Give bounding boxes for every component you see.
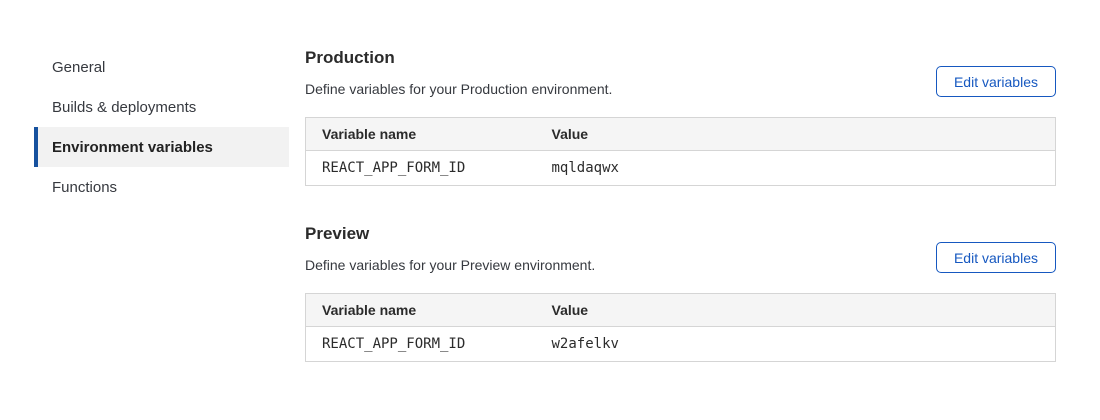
table-header: Variable name Value	[306, 118, 1056, 151]
table-row: REACT_APP_FORM_ID w2afelkv	[306, 327, 1056, 362]
table-row: REACT_APP_FORM_ID mqldaqwx	[306, 151, 1056, 186]
sidebar-item-label: Functions	[52, 179, 117, 196]
sidebar-item-label: Environment variables	[52, 139, 213, 156]
variable-name-cell: REACT_APP_FORM_ID	[306, 151, 536, 186]
sidebar-item-label: General	[52, 59, 105, 76]
preview-description: Define variables for your Preview enviro…	[305, 257, 595, 273]
environment-variables-content: Production Define variables for your Pro…	[305, 48, 1056, 362]
variable-value-cell: mqldaqwx	[536, 151, 1056, 186]
preview-section-text: Preview Define variables for your Previe…	[305, 224, 595, 273]
production-section-text: Production Define variables for your Pro…	[305, 48, 612, 97]
variable-name-cell: REACT_APP_FORM_ID	[306, 327, 536, 362]
preview-title: Preview	[305, 224, 595, 244]
sidebar-item-builds-deployments[interactable]: Builds & deployments	[34, 87, 289, 127]
sidebar-item-label: Builds & deployments	[52, 99, 196, 116]
column-header-value: Value	[536, 118, 1056, 151]
production-section-header: Production Define variables for your Pro…	[305, 48, 1056, 97]
edit-variables-button-production[interactable]: Edit variables	[936, 66, 1056, 97]
column-header-variable-name: Variable name	[306, 294, 536, 327]
settings-sidebar: General Builds & deployments Environment…	[34, 47, 289, 362]
variable-value-cell: w2afelkv	[536, 327, 1056, 362]
preview-section: Preview Define variables for your Previe…	[305, 224, 1056, 362]
production-description: Define variables for your Production env…	[305, 81, 612, 97]
production-title: Production	[305, 48, 612, 68]
settings-page: General Builds & deployments Environment…	[0, 0, 1100, 362]
table-header: Variable name Value	[306, 294, 1056, 327]
edit-variables-button-preview[interactable]: Edit variables	[936, 242, 1056, 273]
sidebar-item-general[interactable]: General	[34, 47, 289, 87]
preview-variables-table: Variable name Value REACT_APP_FORM_ID w2…	[305, 293, 1056, 362]
sidebar-item-environment-variables[interactable]: Environment variables	[34, 127, 289, 167]
sidebar-item-functions[interactable]: Functions	[34, 167, 289, 207]
column-header-variable-name: Variable name	[306, 118, 536, 151]
column-header-value: Value	[536, 294, 1056, 327]
production-section: Production Define variables for your Pro…	[305, 48, 1056, 186]
preview-section-header: Preview Define variables for your Previe…	[305, 224, 1056, 273]
production-variables-table: Variable name Value REACT_APP_FORM_ID mq…	[305, 117, 1056, 186]
